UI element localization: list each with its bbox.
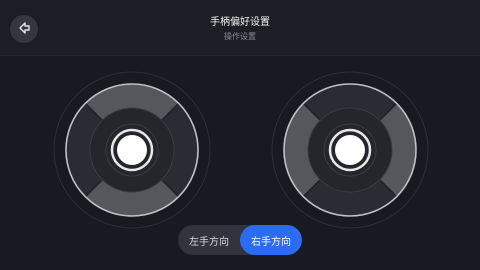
page-title: 手柄偏好设置 [210,17,270,28]
stick-knob[interactable] [335,135,365,165]
stick-knob[interactable] [117,135,147,165]
right-hand-option[interactable]: 右手方向 [240,225,302,255]
left-joystick[interactable] [52,70,212,230]
right-joystick[interactable] [270,70,430,230]
hand-direction-toggle[interactable]: 左手方向 右手方向 [178,225,302,255]
page-subtitle: 操作设置 [224,32,256,41]
header-bar: 手柄偏好设置 操作设置 [0,0,480,56]
left-hand-option[interactable]: 左手方向 [178,225,240,255]
